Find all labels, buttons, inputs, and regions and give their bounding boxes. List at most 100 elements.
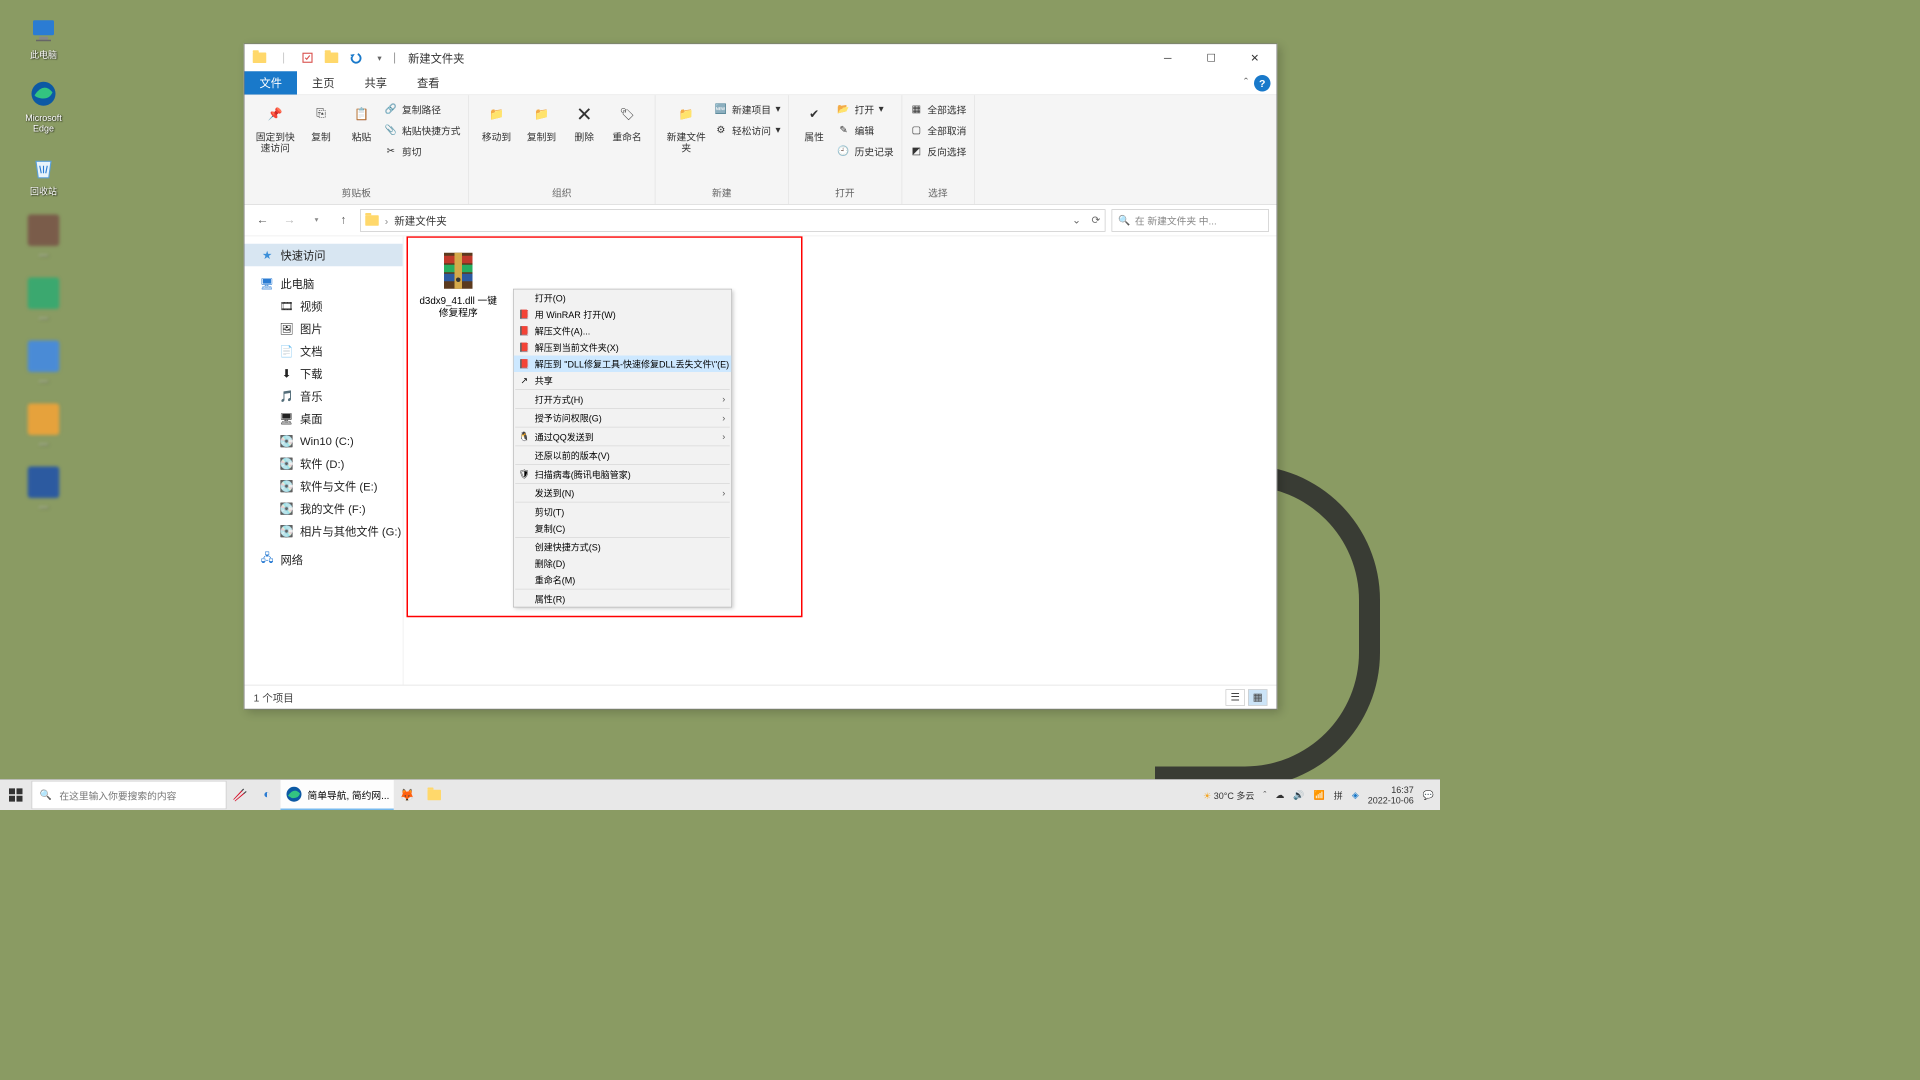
context-menu-item[interactable]: 🛡扫描病毒(腾讯电脑管家) bbox=[514, 466, 732, 483]
desktop-icon-blurred-1[interactable]: — bbox=[15, 215, 72, 260]
cut-button[interactable]: ✂剪切 bbox=[384, 142, 461, 160]
weather-widget[interactable]: ☀ 30°C 多云 bbox=[1203, 789, 1254, 802]
file-pane[interactable]: d3dx9_41.dll 一键修复程序 打开(O)📕用 WinRAR 打开(W)… bbox=[404, 236, 1277, 685]
copy-to-button[interactable]: 📁复制到 bbox=[521, 100, 562, 143]
context-menu-item[interactable]: 打开方式(H)› bbox=[514, 391, 732, 408]
taskbar-app-2[interactable]: ◐ bbox=[254, 780, 281, 810]
view-details-button[interactable]: ☰ bbox=[1226, 689, 1246, 706]
security-icon[interactable]: ◈ bbox=[1352, 790, 1359, 801]
taskbar-firefox[interactable]: 🦊 bbox=[394, 780, 421, 810]
tab-view[interactable]: 查看 bbox=[402, 71, 455, 94]
tray-chevron-up-icon[interactable]: ˆ bbox=[1263, 790, 1266, 801]
sidebar-item[interactable]: 💽相片与其他文件 (G:) bbox=[245, 520, 403, 543]
desktop-icon-this-pc[interactable]: 此电脑 bbox=[15, 15, 72, 60]
sidebar-item[interactable]: ⬇下载 bbox=[245, 362, 403, 385]
sidebar-item[interactable]: 💽我的文件 (F:) bbox=[245, 497, 403, 520]
sidebar-this-pc[interactable]: 🖥此电脑 bbox=[245, 272, 403, 295]
select-none-button[interactable]: ▢全部取消 bbox=[909, 121, 966, 139]
sidebar-item[interactable]: 💽软件 (D:) bbox=[245, 452, 403, 475]
start-button[interactable] bbox=[0, 780, 32, 810]
help-icon[interactable]: ? bbox=[1254, 75, 1271, 92]
context-menu-item[interactable]: 🐧通过QQ发送到› bbox=[514, 428, 732, 445]
nav-history-button[interactable]: ▾ bbox=[306, 210, 327, 231]
sidebar-item[interactable]: 💽软件与文件 (E:) bbox=[245, 475, 403, 498]
select-all-button[interactable]: ▦全部选择 bbox=[909, 100, 966, 118]
notifications-icon[interactable]: 💬 bbox=[1423, 790, 1434, 801]
onedrive-icon[interactable]: ☁ bbox=[1275, 790, 1284, 801]
wifi-icon[interactable]: 📶 bbox=[1314, 790, 1325, 801]
context-menu-item[interactable]: 还原以前的版本(V) bbox=[514, 447, 732, 464]
new-item-button[interactable]: 🆕新建项目 ▾ bbox=[714, 100, 780, 118]
taskbar-edge-task[interactable]: 简单导航, 简约网... bbox=[281, 780, 394, 810]
newfolder-icon-qat[interactable] bbox=[323, 49, 341, 67]
minimize-button[interactable]: ─ bbox=[1146, 44, 1190, 71]
nav-forward-button[interactable]: → bbox=[279, 210, 300, 231]
context-menu-item[interactable]: 📕解压文件(A)... bbox=[514, 323, 732, 340]
desktop-icon-blurred-5[interactable]: — bbox=[15, 467, 72, 512]
desktop-icon-blurred-4[interactable]: — bbox=[15, 404, 72, 449]
maximize-button[interactable]: ☐ bbox=[1190, 44, 1234, 71]
sidebar-item[interactable]: 🖼图片 bbox=[245, 317, 403, 340]
desktop-icon-recycle[interactable]: 回收站 bbox=[15, 152, 72, 197]
sidebar-item[interactable]: 📄文档 bbox=[245, 340, 403, 363]
copy-path-button[interactable]: 🔗复制路径 bbox=[384, 100, 461, 118]
context-menu-item[interactable]: 打开(O) bbox=[514, 290, 732, 307]
context-menu-item[interactable]: 发送到(N)› bbox=[514, 485, 732, 502]
desktop-icon-blurred-3[interactable]: — bbox=[15, 341, 72, 386]
desktop-icon-edge[interactable]: Microsoft Edge bbox=[15, 78, 72, 134]
taskbar-search[interactable]: 🔍 在这里输入你要搜索的内容 bbox=[32, 781, 227, 810]
undo-icon-qat[interactable] bbox=[347, 49, 365, 67]
addr-refresh-icon[interactable]: ⟳ bbox=[1091, 214, 1100, 227]
context-menu-item[interactable]: 📕解压到当前文件夹(X) bbox=[514, 339, 732, 356]
breadcrumb-item[interactable]: 新建文件夹 bbox=[394, 213, 447, 228]
desktop-icon-blurred-2[interactable]: — bbox=[15, 278, 72, 323]
easy-access-button[interactable]: ⚙轻松访问 ▾ bbox=[714, 121, 780, 139]
folder-icon-qat[interactable] bbox=[251, 49, 269, 67]
delete-button[interactable]: ✕删除 bbox=[566, 100, 602, 143]
sidebar-quick-access[interactable]: ★快速访问 bbox=[245, 244, 403, 267]
titlebar[interactable]: | ▾ | 新建文件夹 ─ ☐ ✕ bbox=[245, 44, 1277, 71]
new-folder-button[interactable]: 📁新建文件夹 bbox=[663, 100, 710, 154]
view-icons-button[interactable]: ▦ bbox=[1248, 689, 1268, 706]
open-button[interactable]: 📂打开 ▾ bbox=[837, 100, 894, 118]
sidebar-item[interactable]: 🎵音乐 bbox=[245, 385, 403, 408]
context-menu-item[interactable]: 剪切(T) bbox=[514, 503, 732, 520]
history-button[interactable]: 🕘历史记录 bbox=[837, 142, 894, 160]
qat-custom[interactable]: ▾ bbox=[371, 49, 389, 67]
context-menu-item[interactable]: 删除(D) bbox=[514, 555, 732, 572]
file-item[interactable]: d3dx9_41.dll 一键修复程序 bbox=[417, 250, 500, 319]
context-menu-item[interactable]: 📕用 WinRAR 打开(W) bbox=[514, 306, 732, 323]
paste-shortcut-button[interactable]: 📎粘贴快捷方式 bbox=[384, 121, 461, 139]
context-menu-item[interactable]: 属性(R) bbox=[514, 590, 732, 607]
copy-button[interactable]: ⎘复制 bbox=[303, 100, 339, 143]
ime-icon[interactable]: 拼 bbox=[1334, 789, 1343, 802]
tab-share[interactable]: 共享 bbox=[350, 71, 403, 94]
context-menu-item[interactable]: 创建快捷方式(S) bbox=[514, 539, 732, 556]
context-menu-item[interactable]: 📕解压到 "DLL修复工具-快速修复DLL丢失文件\"(E) bbox=[514, 356, 732, 373]
sidebar-item[interactable]: 🎞视频 bbox=[245, 295, 403, 318]
context-menu-item[interactable]: ↗共享 bbox=[514, 372, 732, 389]
collapse-ribbon-icon[interactable]: ˆ bbox=[1244, 76, 1248, 90]
paste-button[interactable]: 📋粘贴 bbox=[344, 100, 380, 143]
taskbar-explorer[interactable] bbox=[421, 780, 448, 810]
context-menu-item[interactable]: 复制(C) bbox=[514, 520, 732, 537]
close-button[interactable]: ✕ bbox=[1233, 44, 1277, 71]
rename-button[interactable]: 🏷重命名 bbox=[607, 100, 648, 143]
properties-icon-qat[interactable] bbox=[299, 49, 317, 67]
sidebar-item[interactable]: 🖥桌面 bbox=[245, 407, 403, 430]
pin-button[interactable]: 📌固定到快速访问 bbox=[252, 100, 299, 154]
clock[interactable]: 16:37 2022-10-06 bbox=[1368, 785, 1414, 806]
tab-file[interactable]: 文件 bbox=[245, 71, 298, 94]
search-box[interactable]: 🔍 在 新建文件夹 中... bbox=[1112, 209, 1270, 232]
address-bar[interactable]: › 新建文件夹 ⌄ ⟳ bbox=[360, 209, 1106, 232]
invert-select-button[interactable]: ◩反向选择 bbox=[909, 142, 966, 160]
context-menu-item[interactable]: 重命名(M) bbox=[514, 572, 732, 589]
volume-icon[interactable]: 🔊 bbox=[1293, 790, 1304, 801]
nav-up-button[interactable]: ↑ bbox=[333, 210, 354, 231]
addr-dropdown-icon[interactable]: ⌄ bbox=[1072, 214, 1081, 227]
edit-button[interactable]: ✎编辑 bbox=[837, 121, 894, 139]
move-to-button[interactable]: 📁移动到 bbox=[476, 100, 517, 143]
tab-home[interactable]: 主页 bbox=[297, 71, 350, 94]
taskbar-app-1[interactable]: 🥢 bbox=[227, 780, 254, 810]
context-menu-item[interactable]: 授予访问权限(G)› bbox=[514, 410, 732, 427]
